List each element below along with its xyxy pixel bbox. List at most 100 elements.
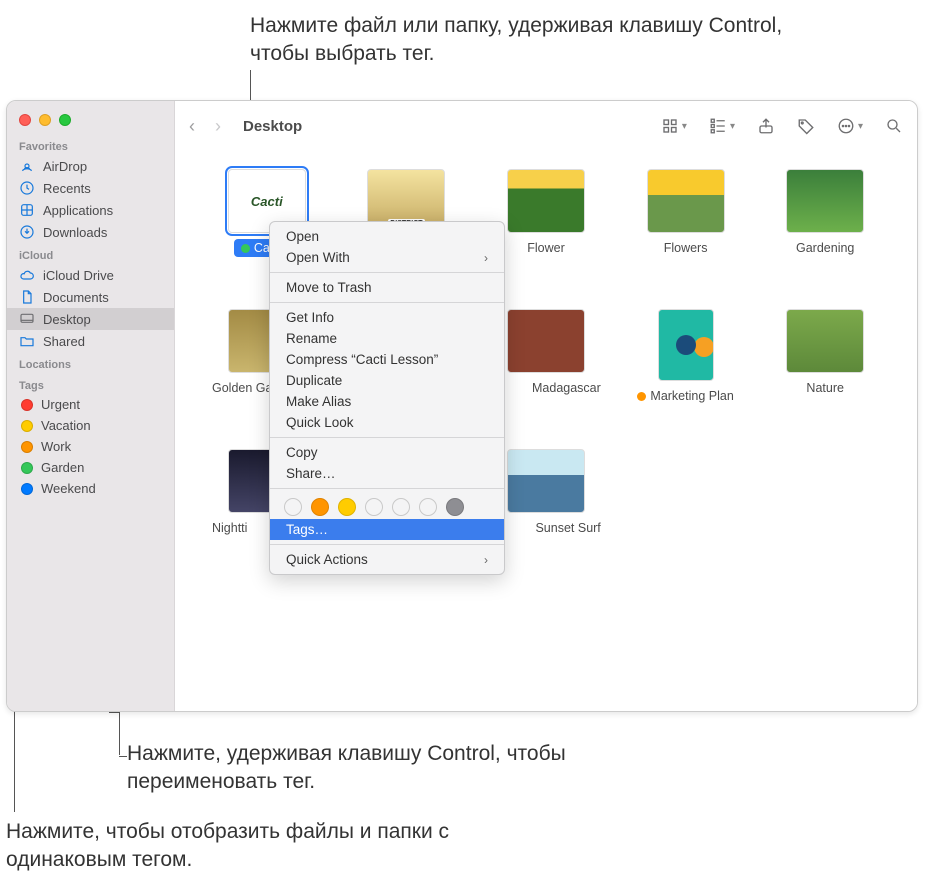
file-item[interactable]: Flowers <box>618 169 754 309</box>
sidebar-label: Documents <box>43 290 109 305</box>
sidebar-label: Shared <box>43 334 85 349</box>
sidebar-tag-work[interactable]: Work <box>7 436 174 457</box>
group-button[interactable]: ▾ <box>709 117 735 135</box>
sidebar-item-documents[interactable]: Documents <box>7 286 174 308</box>
forward-button[interactable]: › <box>215 116 221 137</box>
nav-arrows: ‹ › <box>189 116 221 137</box>
callout-line-garden-h <box>109 712 119 713</box>
file-item[interactable]: Nature <box>757 309 893 449</box>
ctx-compress[interactable]: Compress “Cacti Lesson” <box>270 349 504 370</box>
sidebar-label: Vacation <box>41 418 91 433</box>
ctx-share[interactable]: Share… <box>270 463 504 484</box>
ctx-getinfo[interactable]: Get Info <box>270 307 504 328</box>
file-thumbnail <box>507 309 585 373</box>
tag-color-empty[interactable] <box>392 498 410 516</box>
window-controls <box>7 107 174 134</box>
sidebar-label: Work <box>41 439 71 454</box>
airdrop-icon <box>19 158 35 174</box>
sidebar-section-tags: Tags <box>7 373 174 394</box>
chevron-right-icon: › <box>484 251 488 265</box>
minimize-button[interactable] <box>39 114 51 126</box>
ctx-tag-colors <box>270 493 504 519</box>
file-name: Sunset Surf <box>528 519 607 537</box>
back-button[interactable]: ‹ <box>189 116 195 137</box>
cloud-icon <box>19 267 35 283</box>
tag-color-empty[interactable] <box>419 498 437 516</box>
ctx-copy[interactable]: Copy <box>270 442 504 463</box>
tag-dot-icon <box>21 441 33 453</box>
sidebar-label: Weekend <box>41 481 96 496</box>
toolbar-right: ▾ ▾ ▾ <box>661 117 903 135</box>
zoom-button[interactable] <box>59 114 71 126</box>
sidebar-section-favorites: Favorites <box>7 134 174 155</box>
finder-window: Favorites AirDrop Recents Applications D… <box>6 100 918 712</box>
sidebar-label: Desktop <box>43 312 91 327</box>
desktop-icon <box>19 311 35 327</box>
sidebar-tag-vacation[interactable]: Vacation <box>7 415 174 436</box>
file-name: Flowers <box>657 239 715 257</box>
file-thumbnail <box>647 169 725 233</box>
callout-line-garden <box>119 712 120 755</box>
sidebar-label: Downloads <box>43 225 107 240</box>
sidebar-label: Applications <box>43 203 113 218</box>
document-icon <box>19 289 35 305</box>
tag-color-yellow[interactable] <box>338 498 356 516</box>
file-item[interactable]: Marketing Plan <box>618 309 754 449</box>
context-menu: Open Open With› Move to Trash Get Info R… <box>269 221 505 575</box>
file-tag-icon <box>241 244 250 253</box>
tag-color-orange[interactable] <box>311 498 329 516</box>
share-button[interactable] <box>757 117 775 135</box>
file-name: Nature <box>799 379 851 397</box>
file-name: Gardening <box>789 239 861 257</box>
sidebar-item-airdrop[interactable]: AirDrop <box>7 155 174 177</box>
file-thumbnail <box>658 309 714 381</box>
sidebar-item-downloads[interactable]: Downloads <box>7 221 174 243</box>
file-name: Nightti <box>205 519 254 537</box>
applications-icon <box>19 202 35 218</box>
sidebar-item-recents[interactable]: Recents <box>7 177 174 199</box>
sidebar-tag-garden[interactable]: Garden <box>7 457 174 478</box>
separator <box>270 302 504 303</box>
sidebar-item-icloud-drive[interactable]: iCloud Drive <box>7 264 174 286</box>
file-name: Flower <box>520 239 572 257</box>
window-title: Desktop <box>243 118 302 135</box>
clock-icon <box>19 180 35 196</box>
file-item[interactable]: Gardening <box>757 169 893 309</box>
file-name: Madagascar <box>525 379 608 397</box>
tags-button[interactable] <box>797 117 815 135</box>
ctx-quickactions[interactable]: Quick Actions› <box>270 549 504 570</box>
file-thumbnail <box>507 449 585 513</box>
downloads-icon <box>19 224 35 240</box>
sidebar-label: iCloud Drive <box>43 268 114 283</box>
ctx-duplicate[interactable]: Duplicate <box>270 370 504 391</box>
file-thumbnail <box>786 309 864 373</box>
sidebar-label: Urgent <box>41 397 80 412</box>
view-mode-button[interactable]: ▾ <box>661 117 687 135</box>
more-button[interactable]: ▾ <box>837 117 863 135</box>
callout-line-work <box>14 712 15 812</box>
sidebar-tag-urgent[interactable]: Urgent <box>7 394 174 415</box>
ctx-openwith[interactable]: Open With› <box>270 247 504 268</box>
ctx-rename[interactable]: Rename <box>270 328 504 349</box>
ctx-tags[interactable]: Tags… <box>270 519 504 540</box>
sidebar-tag-weekend[interactable]: Weekend <box>7 478 174 499</box>
close-button[interactable] <box>19 114 31 126</box>
ctx-open[interactable]: Open <box>270 226 504 247</box>
sidebar-label: Recents <box>43 181 91 196</box>
ctx-alias[interactable]: Make Alias <box>270 391 504 412</box>
ctx-quicklook[interactable]: Quick Look <box>270 412 504 433</box>
annotation-mid: Нажмите, удерживая клавишу Control, чтоб… <box>127 740 687 797</box>
search-button[interactable] <box>885 117 903 135</box>
sidebar-item-applications[interactable]: Applications <box>7 199 174 221</box>
tag-color-none[interactable] <box>284 498 302 516</box>
tag-color-gray[interactable] <box>446 498 464 516</box>
sidebar-item-shared[interactable]: Shared <box>7 330 174 352</box>
tag-color-empty[interactable] <box>365 498 383 516</box>
annotation-bot: Нажмите, чтобы отобразить файлы и папки … <box>6 818 566 875</box>
ctx-trash[interactable]: Move to Trash <box>270 277 504 298</box>
sidebar: Favorites AirDrop Recents Applications D… <box>7 101 175 711</box>
file-tag-icon <box>637 392 646 401</box>
sidebar-label: Garden <box>41 460 84 475</box>
chevron-down-icon: ▾ <box>730 121 735 132</box>
sidebar-item-desktop[interactable]: Desktop <box>7 308 174 330</box>
